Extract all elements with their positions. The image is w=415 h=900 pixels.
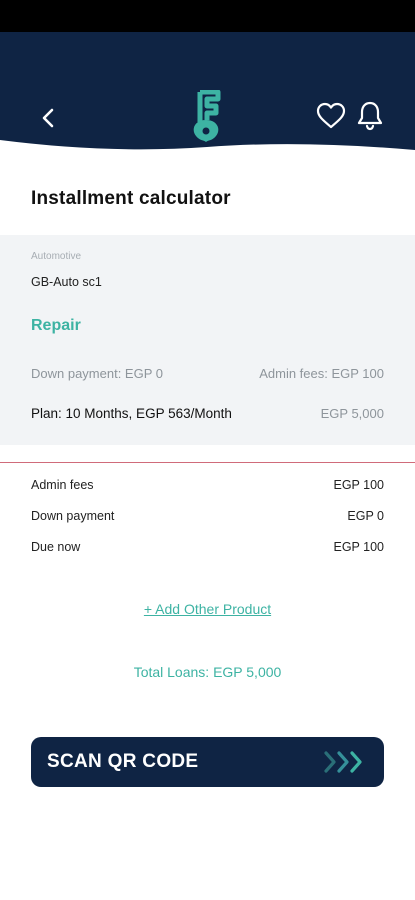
add-other-product-link[interactable]: + Add Other Product xyxy=(0,601,415,617)
product-card[interactable]: Automotive GB-Auto sc1 Repair Down payme… xyxy=(0,235,415,445)
summary-row-down-payment: Down payment EGP 0 xyxy=(31,509,384,523)
summary-label: Due now xyxy=(31,540,81,554)
installment-plan: Plan: 10 Months, EGP 563/Month xyxy=(31,406,232,421)
section-divider xyxy=(0,462,415,463)
total-loans: Total Loans: EGP 5,000 xyxy=(133,664,282,680)
product-name: GB-Auto sc1 xyxy=(31,275,102,289)
status-bar xyxy=(0,0,415,32)
summary-value: EGP 100 xyxy=(333,540,384,554)
summary-row-admin-fees: Admin fees EGP 100 xyxy=(31,478,384,492)
card-admin-fees: Admin fees: EGP 100 xyxy=(259,366,384,381)
plan-amount: EGP 5,000 xyxy=(320,406,384,421)
back-button[interactable] xyxy=(36,104,60,132)
key-logo-icon xyxy=(193,90,221,142)
favorite-button[interactable] xyxy=(316,102,346,130)
chevrons-right-icon xyxy=(324,751,362,773)
summary-label: Down payment xyxy=(31,509,115,523)
app-header xyxy=(0,32,415,157)
bell-icon xyxy=(357,101,383,131)
scan-qr-code-button[interactable]: SCAN QR CODE xyxy=(31,737,384,787)
chevron-left-icon xyxy=(42,108,54,128)
summary-row-due-now: Due now EGP 100 xyxy=(31,540,384,554)
product-service: Repair xyxy=(31,317,81,334)
summary-label: Admin fees xyxy=(31,478,94,492)
summary-value: EGP 100 xyxy=(333,478,384,492)
product-category: Automotive xyxy=(31,251,82,262)
scan-button-label: SCAN QR CODE xyxy=(47,751,199,772)
heart-icon xyxy=(316,102,346,129)
notifications-button[interactable] xyxy=(356,100,384,132)
card-down-payment: Down payment: EGP 0 xyxy=(31,366,163,381)
summary-value: EGP 0 xyxy=(347,509,384,523)
page-title: Installment calculator xyxy=(31,188,231,209)
